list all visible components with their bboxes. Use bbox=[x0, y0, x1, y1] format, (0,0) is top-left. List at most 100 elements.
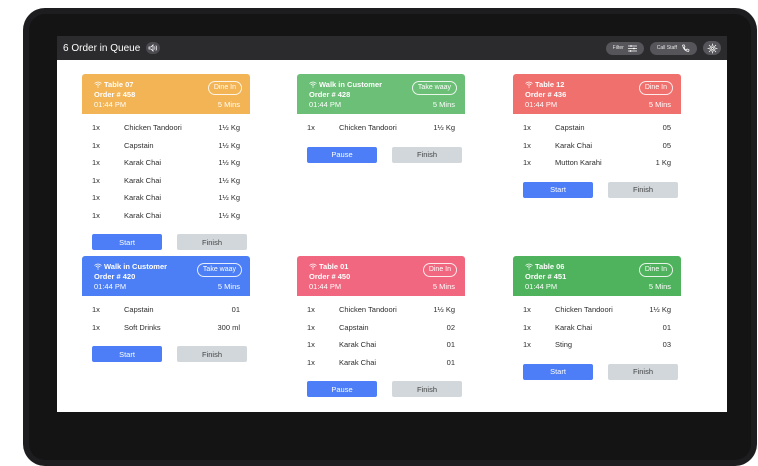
order-item-row: 1x Karak Chai 1½ Kg bbox=[82, 158, 250, 176]
item-quantity: 1x bbox=[307, 357, 315, 367]
item-amount: 01 bbox=[446, 340, 455, 349]
order-number: Order # 428 bbox=[309, 90, 351, 99]
item-quantity: 1x bbox=[92, 140, 100, 150]
order-item-row: 1x Soft Drinks 300 ml bbox=[82, 323, 250, 341]
item-amount: 1½ Kg bbox=[218, 193, 240, 202]
item-name: Chicken Tandoori bbox=[339, 123, 397, 132]
item-quantity: 1x bbox=[523, 123, 531, 132]
item-name: Karak Chai bbox=[124, 193, 162, 202]
order-item-row: 1x Chicken Tandoori 1½ Kg bbox=[297, 123, 465, 141]
filter-icon bbox=[627, 44, 637, 52]
order-actions: Pause Finish bbox=[297, 381, 465, 397]
item-amount: 03 bbox=[662, 340, 671, 349]
item-quantity: 1x bbox=[523, 305, 531, 314]
item-quantity: 1x bbox=[523, 340, 531, 349]
finish-button[interactable]: Finish bbox=[177, 346, 247, 362]
item-amount: 01 bbox=[446, 357, 455, 367]
order-card: Walk in Customer Order # 420 01:44 PM Ta… bbox=[82, 256, 250, 362]
order-actions: Start Finish bbox=[82, 234, 250, 250]
item-name: Soft Drinks bbox=[124, 322, 161, 332]
item-quantity: 1x bbox=[307, 340, 315, 349]
item-name: Karak Chai bbox=[124, 158, 162, 167]
item-amount: 1½ Kg bbox=[649, 305, 671, 314]
order-item-row: 1x Capstain 02 bbox=[297, 323, 465, 341]
order-time: 01:44 PM bbox=[525, 100, 558, 109]
item-amount: 1½ Kg bbox=[433, 123, 455, 132]
call-staff-button[interactable]: Call Staff bbox=[649, 41, 697, 55]
wifi-icon bbox=[309, 81, 317, 88]
order-item-row: 1x Chicken Tandoori 1½ Kg bbox=[82, 123, 250, 141]
order-actions: Start Finish bbox=[82, 346, 250, 362]
finish-button[interactable]: Finish bbox=[177, 234, 247, 250]
order-item-row: 1x Capstain 01 bbox=[82, 305, 250, 323]
gear-icon bbox=[707, 43, 717, 53]
order-time: 01:44 PM bbox=[94, 100, 127, 109]
finish-button[interactable]: Finish bbox=[608, 363, 678, 380]
filter-label: Filter bbox=[612, 45, 624, 51]
item-quantity: 1x bbox=[92, 158, 100, 167]
item-name: Chicken Tandoori bbox=[555, 305, 613, 314]
wifi-icon bbox=[525, 263, 533, 270]
item-name: Mutton Karahi bbox=[555, 158, 602, 167]
order-title: Table 12 bbox=[535, 80, 565, 89]
item-name: Karak Chai bbox=[339, 357, 377, 367]
start-button[interactable]: Start bbox=[92, 346, 162, 362]
item-quantity: 1x bbox=[523, 322, 531, 332]
order-elapsed: 5 Mins bbox=[432, 100, 455, 109]
order-time: 01:44 PM bbox=[309, 100, 342, 109]
order-title-line: Walk in Customer bbox=[94, 262, 167, 271]
start-button[interactable]: Start bbox=[92, 234, 162, 250]
item-amount: 1½ Kg bbox=[218, 158, 240, 167]
order-items-list: 1x Capstain 05 1x Karak Chai 05 1x Mutto… bbox=[513, 114, 681, 176]
order-time: 01:44 PM bbox=[94, 282, 127, 291]
order-item-row: 1x Karak Chai 1½ Kg bbox=[82, 193, 250, 211]
item-amount: 1½ Kg bbox=[218, 210, 240, 220]
order-card-header: Table 01 Order # 450 01:44 PM Dine In 5 … bbox=[297, 256, 465, 296]
order-elapsed: 5 Mins bbox=[217, 282, 240, 291]
order-card: Table 12 Order # 436 01:44 PM Dine In 5 … bbox=[513, 74, 681, 198]
order-type-badge: Take waay bbox=[196, 263, 242, 277]
order-items-list: 1x Chicken Tandoori 1½ Kg 1x Capstain 1½… bbox=[82, 114, 250, 228]
item-quantity: 1x bbox=[307, 123, 315, 132]
settings-button[interactable] bbox=[703, 41, 721, 55]
order-number: Order # 420 bbox=[94, 272, 136, 281]
finish-button[interactable]: Finish bbox=[392, 146, 462, 163]
order-items-list: 1x Capstain 01 1x Soft Drinks 300 ml bbox=[82, 296, 250, 340]
pause-button[interactable]: Pause bbox=[307, 381, 377, 397]
finish-button[interactable]: Finish bbox=[608, 181, 678, 198]
item-name: Chicken Tandoori bbox=[339, 305, 397, 314]
order-card: Table 01 Order # 450 01:44 PM Dine In 5 … bbox=[297, 256, 465, 397]
filter-button[interactable]: Filter bbox=[605, 41, 644, 55]
order-title-line: Table 12 bbox=[525, 80, 564, 89]
order-type-badge: Take waay bbox=[411, 81, 457, 95]
item-name: Karak Chai bbox=[339, 340, 377, 349]
order-item-row: 1x Chicken Tandoori 1½ Kg bbox=[297, 305, 465, 323]
item-amount: 01 bbox=[231, 305, 240, 314]
item-quantity: 1x bbox=[92, 322, 100, 332]
start-button[interactable]: Start bbox=[523, 181, 593, 198]
order-elapsed: 5 Mins bbox=[648, 100, 671, 109]
finish-button[interactable]: Finish bbox=[392, 381, 462, 397]
order-card-header: Table 06 Order # 451 01:44 PM Dine In 5 … bbox=[513, 256, 681, 296]
order-title-line: Walk in Customer bbox=[309, 80, 382, 89]
order-type-badge: Dine In bbox=[207, 81, 242, 95]
item-amount: 300 ml bbox=[217, 322, 240, 332]
order-title-line: Table 01 bbox=[309, 262, 348, 271]
start-button[interactable]: Start bbox=[523, 363, 593, 380]
item-amount: 1 Kg bbox=[655, 158, 671, 167]
item-amount: 1½ Kg bbox=[433, 305, 455, 314]
item-quantity: 1x bbox=[92, 210, 100, 220]
order-card-header: Walk in Customer Order # 420 01:44 PM Ta… bbox=[82, 256, 250, 296]
item-quantity: 1x bbox=[92, 193, 100, 202]
speaker-icon[interactable] bbox=[146, 42, 161, 54]
top-bar: 6 Order in Queue Filter Call Staff bbox=[57, 36, 727, 60]
item-name: Sting bbox=[555, 340, 573, 349]
item-amount: 02 bbox=[446, 322, 455, 332]
pause-button[interactable]: Pause bbox=[307, 146, 377, 163]
order-card: Table 06 Order # 451 01:44 PM Dine In 5 … bbox=[513, 256, 681, 380]
item-quantity: 1x bbox=[92, 123, 100, 132]
item-amount: 05 bbox=[662, 123, 671, 132]
order-title-line: Table 07 bbox=[94, 80, 133, 89]
order-title-line: Table 06 bbox=[525, 262, 564, 271]
order-elapsed: 5 Mins bbox=[648, 282, 671, 291]
